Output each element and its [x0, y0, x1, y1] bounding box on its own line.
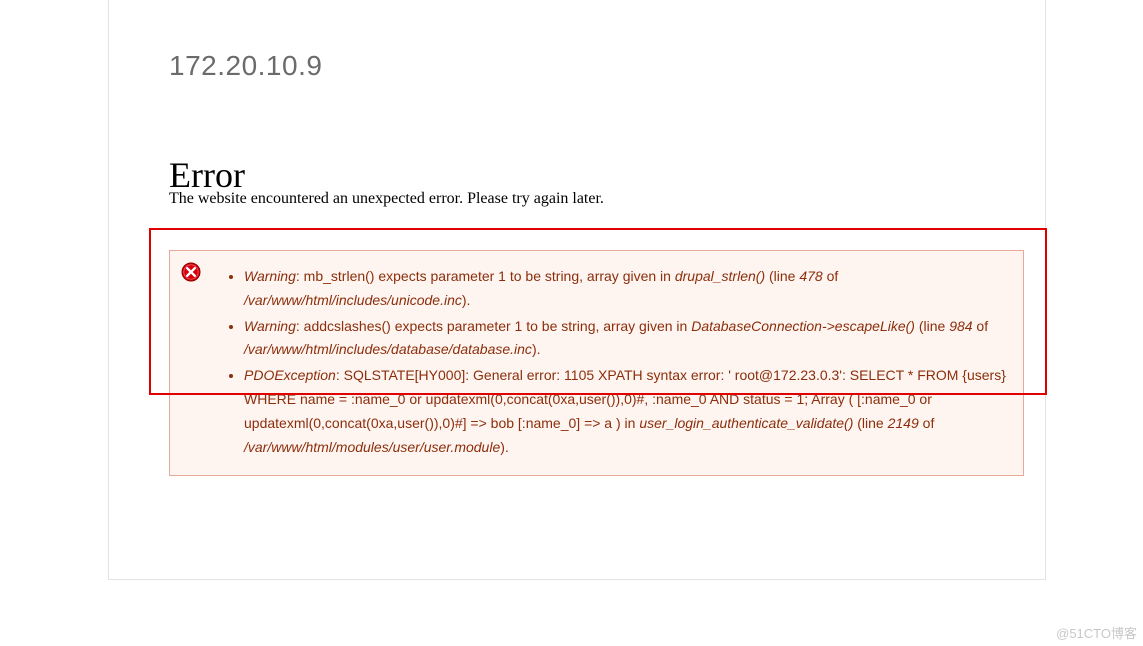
msg-text: : addcslashes() expects parameter 1 to b…	[296, 318, 691, 334]
page-container: 172.20.10.9 Error The website encountere…	[108, 0, 1046, 580]
warning-label: Warning	[244, 318, 296, 334]
file-path: /var/www/html/includes/database/database…	[244, 341, 532, 357]
msg-text: ).	[462, 292, 471, 308]
exception-label: PDOException	[244, 367, 336, 383]
line-number: 478	[799, 268, 822, 284]
function-name: drupal_strlen()	[675, 268, 765, 284]
error-description: The website encountered an unexpected er…	[169, 190, 604, 208]
line-number: 2149	[888, 415, 919, 431]
msg-text: ).	[532, 341, 541, 357]
file-path: /var/www/html/includes/unicode.inc	[244, 292, 462, 308]
function-name: DatabaseConnection->escapeLike()	[691, 318, 915, 334]
error-icon	[181, 262, 201, 282]
error-message-item: Warning: mb_strlen() expects parameter 1…	[244, 265, 1007, 313]
msg-text: of	[823, 268, 839, 284]
function-name: user_login_authenticate_validate()	[639, 415, 853, 431]
warning-label: Warning	[244, 268, 296, 284]
file-path: /var/www/html/modules/user/user.module	[244, 439, 500, 455]
msg-text: : mb_strlen() expects parameter 1 to be …	[296, 268, 675, 284]
error-message-item: Warning: addcslashes() expects parameter…	[244, 315, 1007, 363]
ip-address-header: 172.20.10.9	[169, 50, 322, 82]
msg-text: (line	[853, 415, 887, 431]
watermark-text: @51CTO博客	[1056, 623, 1137, 642]
msg-text: of	[973, 318, 989, 334]
msg-text: (line	[765, 268, 799, 284]
line-number: 984	[949, 318, 972, 334]
error-message-item: PDOException: SQLSTATE[HY000]: General e…	[244, 364, 1007, 459]
error-messages-box: Warning: mb_strlen() expects parameter 1…	[169, 250, 1024, 476]
msg-text: of	[919, 415, 935, 431]
msg-text: (line	[915, 318, 949, 334]
msg-text: ).	[500, 439, 509, 455]
